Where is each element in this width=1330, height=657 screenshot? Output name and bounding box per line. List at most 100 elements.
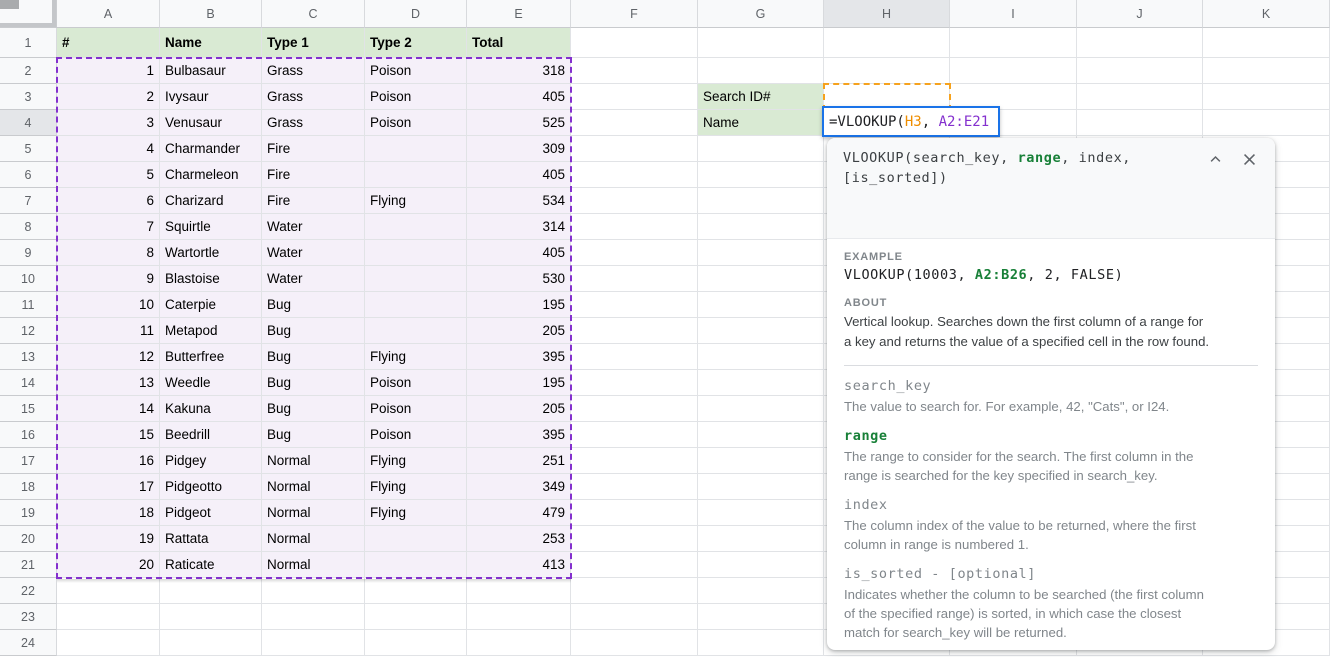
cell-I1[interactable] <box>950 28 1077 58</box>
row-header-2[interactable]: 2 <box>0 58 57 84</box>
cell-D18[interactable]: Flying <box>365 474 467 500</box>
cell-E9[interactable]: 405 <box>467 240 571 266</box>
cell-F17[interactable] <box>571 448 698 474</box>
cell-E21[interactable]: 413 <box>467 552 571 578</box>
col-header-F[interactable]: F <box>571 0 698 28</box>
cell-E11[interactable]: 195 <box>467 292 571 318</box>
cell-G14[interactable] <box>698 370 824 396</box>
cell-D4[interactable]: Poison <box>365 110 467 136</box>
cell-A22[interactable] <box>57 578 160 604</box>
cell-E3[interactable]: 405 <box>467 84 571 110</box>
cell-A23[interactable] <box>57 604 160 630</box>
cell-A9[interactable]: 8 <box>57 240 160 266</box>
cell-F8[interactable] <box>571 214 698 240</box>
cell-E10[interactable]: 530 <box>467 266 571 292</box>
col-header-J[interactable]: J <box>1077 0 1203 28</box>
cell-F4[interactable] <box>571 110 698 136</box>
cell-A13[interactable]: 12 <box>57 344 160 370</box>
cell-D7[interactable]: Flying <box>365 188 467 214</box>
cell-C10[interactable]: Water <box>262 266 365 292</box>
row-header-5[interactable]: 5 <box>0 136 57 162</box>
row-header-18[interactable]: 18 <box>0 474 57 500</box>
cell-C22[interactable] <box>262 578 365 604</box>
row-header-19[interactable]: 19 <box>0 500 57 526</box>
cell-E1[interactable]: Total <box>467 28 571 58</box>
row-header-3[interactable]: 3 <box>0 84 57 110</box>
cell-K1[interactable] <box>1203 28 1330 58</box>
cell-C23[interactable] <box>262 604 365 630</box>
cell-B24[interactable] <box>160 630 262 656</box>
cell-E2[interactable]: 318 <box>467 58 571 84</box>
cell-B10[interactable]: Blastoise <box>160 266 262 292</box>
cell-F13[interactable] <box>571 344 698 370</box>
cell-C24[interactable] <box>262 630 365 656</box>
cell-E22[interactable] <box>467 578 571 604</box>
cell-A21[interactable]: 20 <box>57 552 160 578</box>
cell-G8[interactable] <box>698 214 824 240</box>
row-header-11[interactable]: 11 <box>0 292 57 318</box>
select-all-corner[interactable] <box>0 0 57 28</box>
cell-C16[interactable]: Bug <box>262 422 365 448</box>
cell-B11[interactable]: Caterpie <box>160 292 262 318</box>
cell-B8[interactable]: Squirtle <box>160 214 262 240</box>
cell-G4[interactable]: Name <box>698 110 824 136</box>
cell-B9[interactable]: Wartortle <box>160 240 262 266</box>
col-header-H[interactable]: H <box>824 0 950 28</box>
cell-G24[interactable] <box>698 630 824 656</box>
col-header-K[interactable]: K <box>1203 0 1330 28</box>
cell-E7[interactable]: 534 <box>467 188 571 214</box>
cell-A12[interactable]: 11 <box>57 318 160 344</box>
cell-F14[interactable] <box>571 370 698 396</box>
row-header-6[interactable]: 6 <box>0 162 57 188</box>
cell-A6[interactable]: 5 <box>57 162 160 188</box>
cell-C18[interactable]: Normal <box>262 474 365 500</box>
cell-D3[interactable]: Poison <box>365 84 467 110</box>
col-header-B[interactable]: B <box>160 0 262 28</box>
cell-D10[interactable] <box>365 266 467 292</box>
cell-E4[interactable]: 525 <box>467 110 571 136</box>
cell-J3[interactable] <box>1077 84 1203 110</box>
cell-E23[interactable] <box>467 604 571 630</box>
cell-C19[interactable]: Normal <box>262 500 365 526</box>
cell-I2[interactable] <box>950 58 1077 84</box>
row-header-20[interactable]: 20 <box>0 526 57 552</box>
cell-D13[interactable]: Flying <box>365 344 467 370</box>
cell-A20[interactable]: 19 <box>57 526 160 552</box>
cell-A5[interactable]: 4 <box>57 136 160 162</box>
row-header-17[interactable]: 17 <box>0 448 57 474</box>
formula-editor[interactable]: =VLOOKUP(H3, A2:E21 <box>822 106 1000 137</box>
cell-E6[interactable]: 405 <box>467 162 571 188</box>
cell-B4[interactable]: Venusaur <box>160 110 262 136</box>
cell-B5[interactable]: Charmander <box>160 136 262 162</box>
cell-C1[interactable]: Type 1 <box>262 28 365 58</box>
cell-B23[interactable] <box>160 604 262 630</box>
cell-D23[interactable] <box>365 604 467 630</box>
cell-C4[interactable]: Grass <box>262 110 365 136</box>
cell-C20[interactable]: Normal <box>262 526 365 552</box>
cell-E18[interactable]: 349 <box>467 474 571 500</box>
row-header-16[interactable]: 16 <box>0 422 57 448</box>
cell-C21[interactable]: Normal <box>262 552 365 578</box>
cell-C14[interactable]: Bug <box>262 370 365 396</box>
close-button[interactable] <box>1239 149 1259 169</box>
cell-C12[interactable]: Bug <box>262 318 365 344</box>
cell-D6[interactable] <box>365 162 467 188</box>
cell-F10[interactable] <box>571 266 698 292</box>
cell-G23[interactable] <box>698 604 824 630</box>
cell-J1[interactable] <box>1077 28 1203 58</box>
cell-B17[interactable]: Pidgey <box>160 448 262 474</box>
cell-D20[interactable] <box>365 526 467 552</box>
cell-C9[interactable]: Water <box>262 240 365 266</box>
cell-J4[interactable] <box>1077 110 1203 136</box>
cell-D9[interactable] <box>365 240 467 266</box>
col-header-A[interactable]: A <box>57 0 160 28</box>
cell-F16[interactable] <box>571 422 698 448</box>
cell-B18[interactable]: Pidgeotto <box>160 474 262 500</box>
cell-F9[interactable] <box>571 240 698 266</box>
cell-C7[interactable]: Fire <box>262 188 365 214</box>
cell-B21[interactable]: Raticate <box>160 552 262 578</box>
cell-G7[interactable] <box>698 188 824 214</box>
cell-D12[interactable] <box>365 318 467 344</box>
cell-A2[interactable]: 1 <box>57 58 160 84</box>
col-header-D[interactable]: D <box>365 0 467 28</box>
